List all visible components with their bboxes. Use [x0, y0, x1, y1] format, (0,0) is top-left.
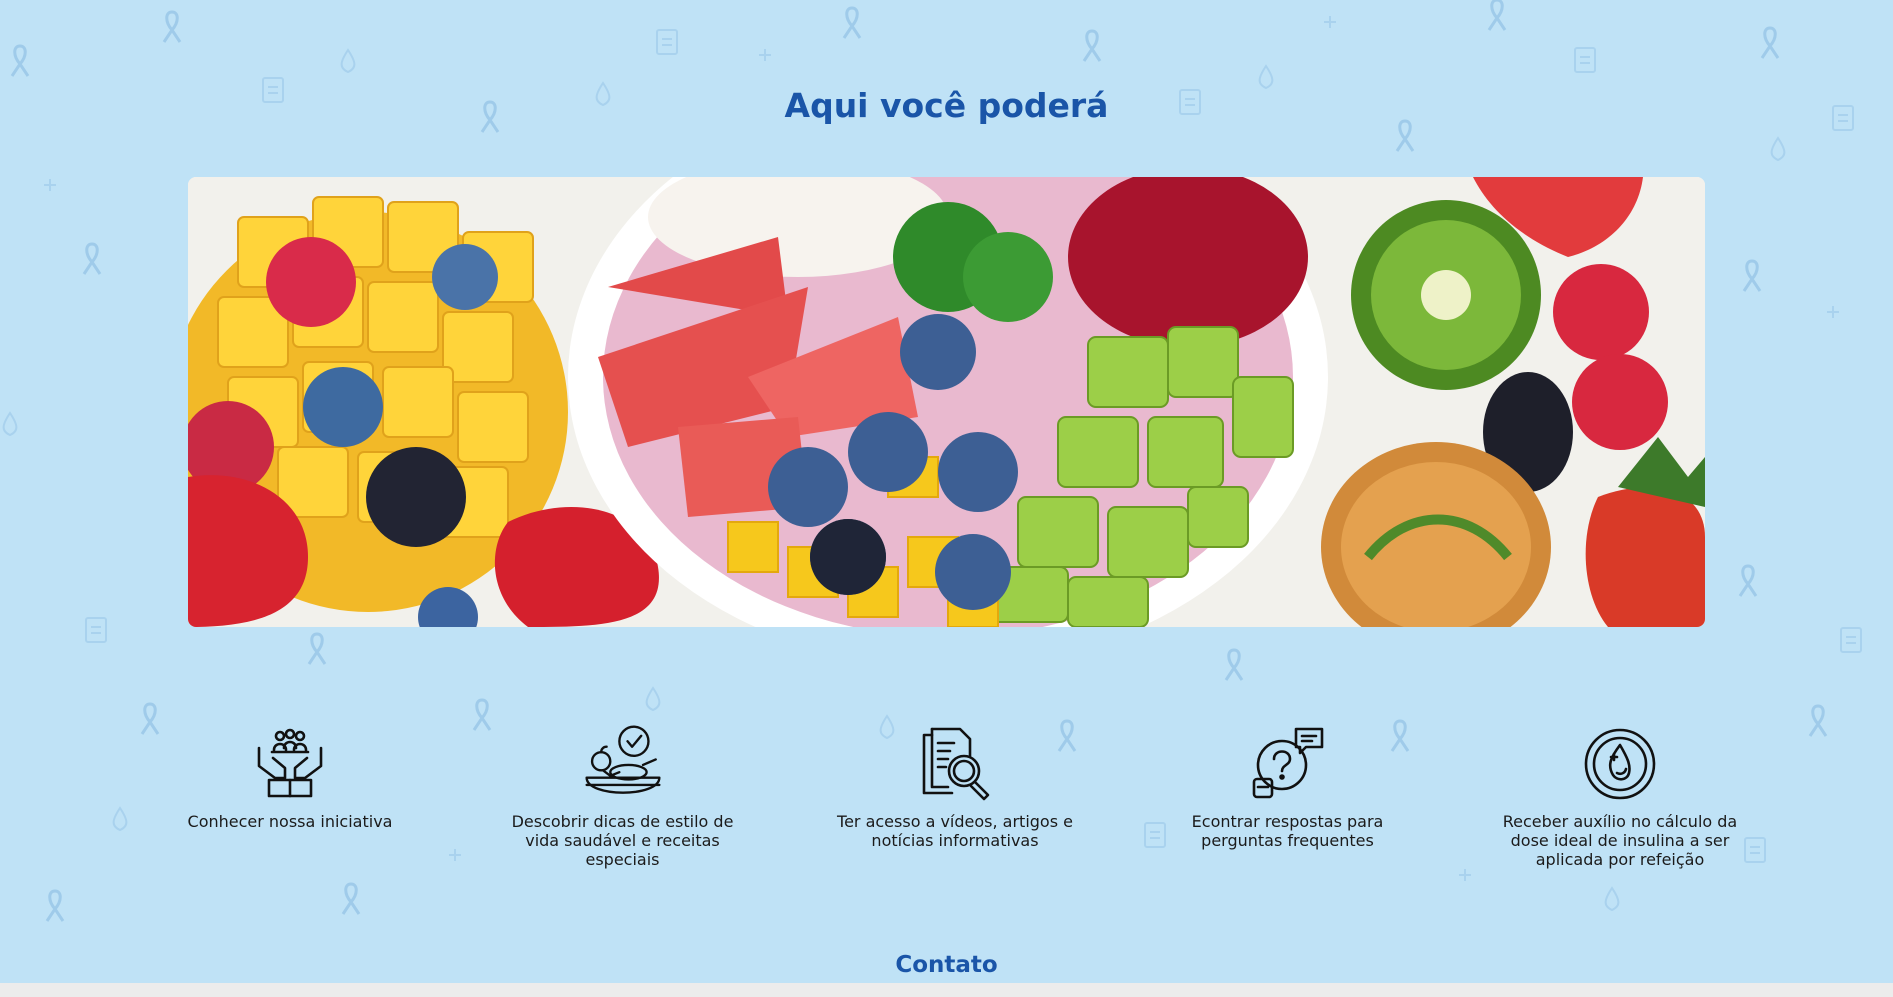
healthy-food-plate-icon	[583, 724, 663, 804]
section-title: Aqui você poderá	[784, 86, 1109, 125]
feature-insulin[interactable]: Receber auxílio no cálculo da dose ideal…	[1500, 724, 1740, 884]
hero-image	[188, 177, 1705, 627]
contact-heading[interactable]: Contato	[0, 952, 1893, 978]
feature-label: Econtrar respostas para perguntas freque…	[1191, 812, 1384, 850]
feature-healthy-tips[interactable]: Descobrir dicas de estilo de vida saudáv…	[503, 724, 743, 884]
bottom-edge	[0, 983, 1893, 997]
document-search-icon	[915, 724, 995, 804]
question-chat-icon	[1248, 724, 1328, 804]
insulin-drop-icon	[1580, 724, 1660, 804]
feature-initiative[interactable]: Conhecer nossa iniciativa	[170, 724, 410, 884]
feature-label: Descobrir dicas de estilo de vida saudáv…	[511, 812, 734, 869]
feature-label: Ter acesso a vídeos, artigos e notícias …	[837, 812, 1073, 850]
feature-media[interactable]: Ter acesso a vídeos, artigos e notícias …	[835, 724, 1075, 884]
feature-label: Receber auxílio no cálculo da dose ideal…	[1502, 812, 1738, 869]
hands-community-icon	[250, 724, 330, 804]
features-row: Conhecer nossa iniciativa Descobrir dica…	[170, 724, 1740, 884]
feature-label: Conhecer nossa iniciativa	[187, 812, 393, 831]
feature-faq[interactable]: Econtrar respostas para perguntas freque…	[1168, 724, 1408, 884]
